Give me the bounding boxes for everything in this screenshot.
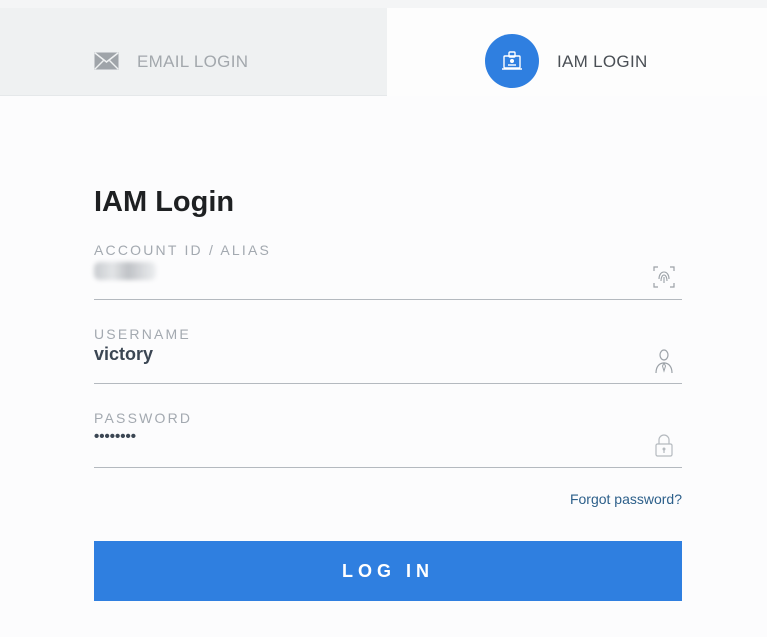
password-masked-value[interactable]: •••••••• <box>94 428 136 445</box>
tab-iam-login-label: IAM LOGIN <box>557 52 648 71</box>
tab-email-login-label: EMAIL LOGIN <box>137 52 249 71</box>
login-tabs: EMAIL LOGIN IAM LOGIN <box>0 8 767 96</box>
login-panel: EMAIL LOGIN IAM LOGIN IAM Login ACCOUNT … <box>0 8 767 637</box>
lock-icon <box>655 434 673 457</box>
username-input[interactable] <box>94 340 644 368</box>
tab-iam-login[interactable]: IAM LOGIN <box>387 8 767 96</box>
forgot-password-link[interactable]: Forgot password? <box>570 491 682 507</box>
password-label: PASSWORD <box>94 410 193 426</box>
page-title: IAM Login <box>94 186 235 218</box>
account-id-input[interactable] <box>94 256 644 284</box>
id-badge-icon <box>502 51 522 70</box>
fingerprint-icon <box>653 266 675 288</box>
tab-email-login[interactable]: EMAIL LOGIN <box>0 8 387 96</box>
log-in-button[interactable]: LOG IN <box>94 541 682 601</box>
iam-badge-circle <box>485 34 539 88</box>
account-id-underline <box>94 299 682 300</box>
password-underline <box>94 467 682 468</box>
username-underline <box>94 383 682 384</box>
user-icon <box>655 349 673 374</box>
envelope-icon <box>94 52 119 70</box>
